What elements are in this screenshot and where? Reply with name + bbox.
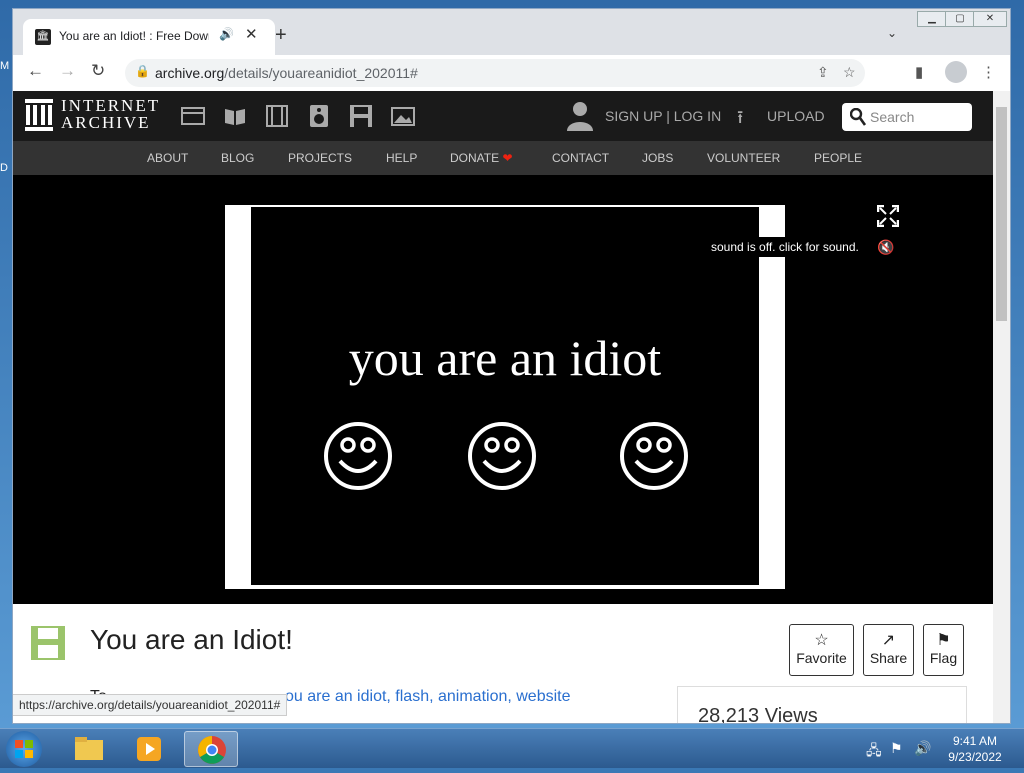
flag-button[interactable]: ⚑ Flag [923, 624, 964, 676]
profile-avatar[interactable] [945, 61, 967, 83]
bookmark-star-icon[interactable]: ☆ [843, 64, 856, 81]
media-player-taskbar-button[interactable] [122, 731, 176, 767]
url-text[interactable]: archive.org/details/youareanidiot_202011… [155, 65, 418, 81]
tab-strip: 🏛 You are an Idiot! : Free Down 🔊 ✕ + ⌄ … [13, 9, 1010, 55]
flag-icon: ⚑ [936, 632, 951, 649]
scrollbar-thumb[interactable] [996, 107, 1007, 321]
player-text: you are an idiot [348, 330, 662, 386]
browser-toolbar: ← → ↻ 🔒 archive.org/details/youareanidio… [13, 55, 1010, 91]
upload-icon[interactable]: ⭱ [737, 105, 743, 135]
media-theater: you are an idiot sound is off. click for… [13, 175, 995, 604]
close-window-button[interactable]: ✕ [973, 11, 1007, 27]
fullscreen-icon[interactable] [877, 205, 899, 227]
side-panel-icon[interactable]: ▮ [915, 63, 923, 81]
lock-icon[interactable]: 🔒 [135, 64, 150, 78]
chrome-taskbar-button[interactable] [184, 731, 238, 767]
signup-login-link[interactable]: SIGN UP | LOG IN [605, 108, 721, 124]
volume-icon[interactable]: 🔊 [914, 740, 931, 757]
views-count: 28,213 Views [698, 705, 818, 724]
desktop-icon-label[interactable]: M [0, 60, 9, 72]
network-icon[interactable]: 🖧 [866, 740, 882, 764]
nav-volunteer[interactable]: VOLUNTEER [707, 151, 780, 165]
upload-link[interactable]: UPLOAD [767, 108, 825, 124]
audio-icon[interactable] [307, 105, 331, 127]
nav-people[interactable]: PEOPLE [814, 151, 862, 165]
software-icon[interactable] [349, 105, 373, 127]
browser-tab[interactable]: 🏛 You are an Idiot! : Free Down 🔊 ✕ [23, 19, 275, 55]
reload-icon[interactable]: ↻ [91, 61, 105, 81]
chrome-window: 🏛 You are an Idiot! : Free Down 🔊 ✕ + ⌄ … [12, 8, 1011, 724]
item-title: You are an Idiot! [90, 624, 293, 655]
software-floppy-icon [31, 626, 65, 660]
address-bar[interactable]: 🔒 archive.org/details/youareanidiot_2020… [125, 59, 865, 87]
system-clock[interactable]: 9:41 AM 9/23/2022 [940, 733, 1010, 765]
menu-kebab-icon[interactable]: ⋮ [981, 63, 996, 81]
back-icon[interactable]: ← [27, 61, 44, 81]
windows-logo-icon [15, 740, 33, 758]
minimize-button[interactable]: ▁ [917, 11, 947, 27]
nav-about[interactable]: ABOUT [147, 151, 188, 165]
heart-icon: ❤ [502, 151, 513, 165]
web-icon[interactable] [181, 105, 205, 127]
nav-contact[interactable]: CONTACT [552, 151, 609, 165]
desktop-icon-label[interactable]: D [0, 162, 8, 174]
share-page-icon[interactable]: ⇪ [817, 64, 829, 81]
ia-brand-text[interactable]: INTERNET ARCHIVE [61, 97, 160, 131]
tab-close-icon[interactable]: ✕ [245, 25, 258, 43]
player-frame[interactable]: you are an idiot [225, 205, 785, 589]
ia-nav-bar: ABOUT BLOG PROJECTS HELP DONATE ❤ CONTAC… [13, 141, 995, 175]
smiley-face-icon [620, 422, 688, 490]
tab-audio-icon[interactable]: 🔊 [219, 27, 234, 41]
folder-icon [75, 737, 103, 760]
web-page: INTERNET ARCHIVE SIGN UP | LOG IN ⭱ UPLO… [13, 91, 995, 724]
link-status-bar: https://archive.org/details/youareanidio… [13, 694, 288, 716]
share-icon: ↗ [881, 632, 896, 649]
maximize-button[interactable]: ▢ [945, 11, 975, 27]
user-icon[interactable] [567, 101, 593, 131]
smiley-face-icon [468, 422, 536, 490]
stats-panel: 28,213 Views [677, 686, 967, 724]
archive-favicon-icon: 🏛 [35, 29, 51, 45]
topics-links[interactable]: ou are an idiot, flash, animation, websi… [285, 688, 571, 706]
search-icon [850, 108, 866, 126]
page-scrollbar[interactable] [993, 91, 1010, 723]
tab-search-chevron-icon[interactable]: ⌄ [887, 26, 897, 40]
explorer-taskbar-button[interactable] [62, 731, 116, 767]
action-center-icon[interactable]: ⚑ [890, 740, 903, 757]
taskbar: 🖧 ⚑ 🔊 9:41 AM 9/23/2022 [0, 728, 1024, 768]
favorite-button[interactable]: ☆ Favorite [789, 624, 854, 676]
smiley-face-icon [324, 422, 392, 490]
texts-icon[interactable] [223, 105, 247, 127]
images-icon[interactable] [391, 105, 415, 127]
sound-off-tooltip: sound is off. click for sound. [705, 237, 865, 257]
video-icon[interactable] [265, 105, 289, 127]
ia-search-input[interactable]: Search [842, 103, 972, 131]
media-player-icon [137, 737, 161, 761]
flash-player[interactable]: you are an idiot [251, 207, 759, 585]
nav-donate[interactable]: DONATE ❤ [450, 151, 513, 165]
speaker-muted-icon[interactable]: 🔇 [877, 239, 894, 256]
star-icon: ☆ [814, 632, 829, 649]
ia-top-bar: INTERNET ARCHIVE SIGN UP | LOG IN ⭱ UPLO… [13, 91, 995, 141]
tab-title: You are an Idiot! : Free Down [59, 29, 209, 43]
chrome-icon [198, 736, 226, 764]
new-tab-button[interactable]: + [275, 24, 287, 47]
internet-archive-logo-icon[interactable] [25, 99, 53, 131]
nav-help[interactable]: HELP [386, 151, 417, 165]
nav-blog[interactable]: BLOG [221, 151, 254, 165]
start-button[interactable] [6, 731, 42, 767]
nav-projects[interactable]: PROJECTS [288, 151, 352, 165]
search-placeholder: Search [870, 109, 915, 125]
forward-icon[interactable]: → [59, 61, 76, 81]
nav-jobs[interactable]: JOBS [642, 151, 673, 165]
share-button[interactable]: ↗ Share [863, 624, 914, 676]
